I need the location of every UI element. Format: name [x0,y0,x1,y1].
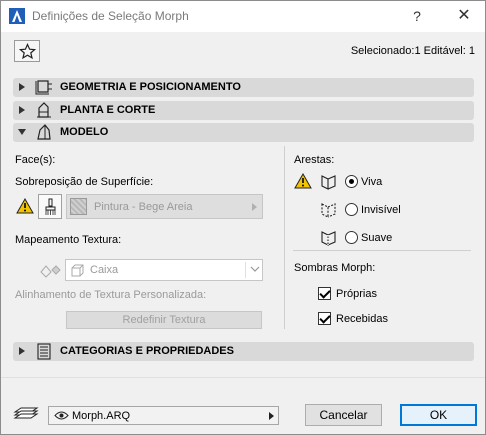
section-label: PLANTA E CORTE [60,104,156,116]
window-title: Definições de Seleção Morph [32,9,189,23]
edges-label: Arestas: [294,154,335,166]
edge-hidden-radio[interactable] [345,203,358,216]
chevron-down-icon [18,129,26,135]
section-label: CATEGORIAS E PROPRIEDADES [60,345,234,357]
section-model-header[interactable]: MODELO [13,123,474,142]
surface-override-popup[interactable]: Pintura - Bege Areia [66,194,263,219]
eye-icon [54,411,69,420]
edge-hidden-label: Invisível [361,204,401,216]
texture-mapping-icon [40,265,61,278]
warning-icon [16,198,34,214]
footer-divider [1,377,485,378]
categories-icon [37,343,51,360]
warning-icon [294,173,312,189]
paint-brush-button[interactable] [38,194,62,219]
section-floor-plan-header[interactable]: PLANTA E CORTE [13,101,474,120]
title-bar: Definições de Seleção Morph ? ✕ [1,1,485,32]
texture-mapping-label: Mapeamento Textura: [15,234,122,246]
texture-mapping-select[interactable]: Caixa [65,259,263,281]
chevron-right-icon [19,83,25,91]
chevron-down-icon [250,266,260,272]
cast-shadows-checkbox[interactable] [318,287,331,300]
custom-texture-alignment-label: Alinhamento de Textura Personalizada: [15,289,207,301]
divider [293,250,471,251]
edge-smooth-label: Suave [361,232,393,244]
ok-button[interactable]: OK [400,404,477,426]
surface-swatch [70,198,87,215]
cancel-button[interactable]: Cancelar [305,404,382,426]
receive-shadows-label: Recebidas [336,313,388,325]
chevron-right-icon [252,203,257,211]
floor-plan-icon [37,102,51,118]
edge-sharp-radio[interactable] [345,175,358,188]
section-categories-header[interactable]: CATEGORIAS E PROPRIEDADES [13,342,474,361]
layer-value: Morph.ARQ [72,410,131,422]
section-geometry-header[interactable]: GEOMETRIA E POSICIONAMENTO [13,78,474,97]
chevron-right-icon [19,347,25,355]
close-button[interactable]: ✕ [453,5,475,27]
archicad-logo-icon [9,8,25,24]
chevron-right-icon [269,412,274,420]
surface-value: Pintura - Bege Areia [94,201,193,213]
edge-smooth-radio[interactable] [345,231,358,244]
edge-sharp-label: Viva [361,176,383,188]
chevron-right-icon [19,106,25,114]
favorites-button[interactable] [14,40,40,62]
surface-override-label: Sobreposição de Superfície: [15,176,154,188]
sharp-edge-icon [321,175,336,190]
box-mapping-icon [71,264,84,277]
cast-shadows-label: Próprias [336,288,377,300]
layers-icon [13,407,39,419]
layer-select[interactable]: Morph.ARQ [48,406,279,425]
morph-selection-settings-dialog: Definições de Seleção Morph ? ✕ Selecion… [0,0,486,435]
receive-shadows-checkbox[interactable] [318,312,331,325]
selection-info: Selecionado:1 Editável: 1 [350,45,475,57]
hidden-edge-icon [321,203,336,218]
shadows-label: Sombras Morph: [294,262,376,274]
texture-mapping-value: Caixa [90,264,119,276]
reset-texture-button[interactable]: Redefinir Textura [66,311,262,329]
panel-divider [284,146,285,329]
paint-brush-icon [45,198,56,215]
combo-separator [245,262,246,278]
geometry-icon [35,80,52,95]
help-button[interactable]: ? [406,5,428,27]
section-label: GEOMETRIA E POSICIONAMENTO [60,81,241,93]
faces-label: Face(s): [15,154,56,166]
smooth-edge-icon [321,231,336,246]
section-label: MODELO [60,126,109,138]
star-icon [19,43,36,60]
model-icon [37,124,51,140]
